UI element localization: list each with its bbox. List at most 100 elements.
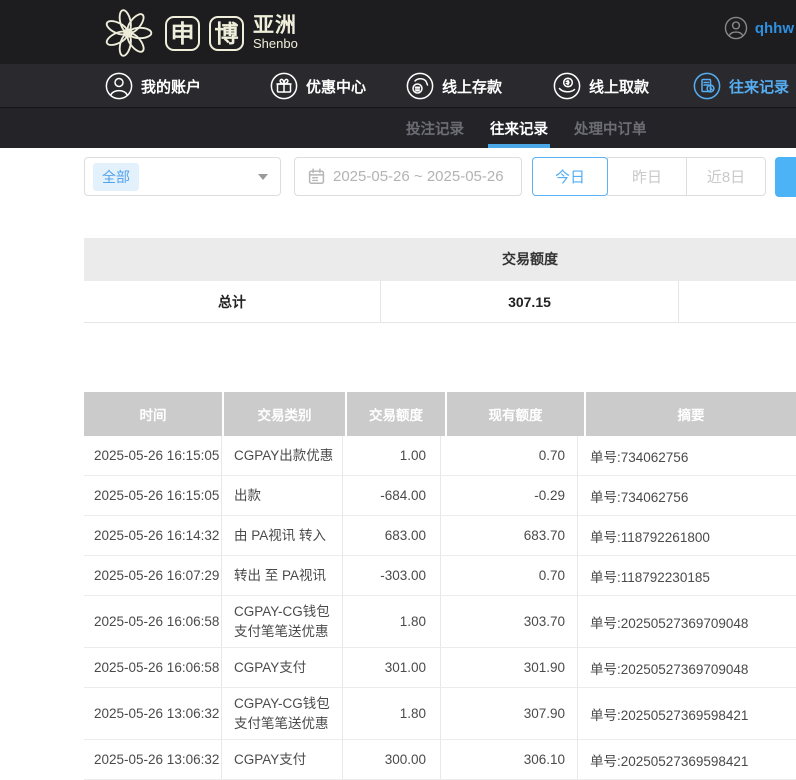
user-icon (105, 72, 133, 100)
cell-summary: 单号:118792261800 (578, 516, 796, 555)
cell-amount: 301.00 (343, 648, 441, 687)
col-header-balance: 现有额度 (447, 392, 584, 436)
quick-date-button-group: 今日 昨日 近8日 (532, 157, 766, 196)
cell-type: CGPAY支付 (222, 740, 343, 779)
cell-time: 2025-05-26 16:06:58 (84, 648, 222, 687)
date-range-value: 2025-05-26 ~ 2025-05-26 (333, 168, 504, 185)
summary-table: 交易额度 总计 307.15 (84, 238, 796, 323)
cell-balance: 306.10 (441, 740, 578, 779)
cell-amount: 300.00 (343, 740, 441, 779)
cell-amount: 1.00 (343, 436, 441, 475)
quick-button-label: 昨日 (632, 166, 662, 187)
transaction-type-select[interactable]: 全部 (84, 157, 281, 196)
withdraw-icon (553, 72, 581, 100)
nav-item-deposit[interactable]: 线上存款 (406, 64, 502, 108)
subnav-tab-label: 往来记录 (490, 118, 548, 139)
summary-total-row: 总计 307.15 (84, 281, 796, 323)
nav-item-promotions[interactable]: 优惠中心 (270, 64, 366, 108)
cell-summary: 单号:20250527369598421 (578, 688, 796, 739)
subnav-tab-pending-orders[interactable]: 处理中订单 (572, 108, 649, 148)
quick-button-label: 今日 (555, 166, 585, 187)
cell-time: 2025-05-26 13:06:32 (84, 688, 222, 739)
cell-time: 2025-05-26 16:14:32 (84, 516, 222, 555)
table-row: 2025-05-26 16:14:32 由 PA视讯 转入 683.00 683… (84, 516, 796, 556)
table-row: 2025-05-26 13:06:32 CGPAY-CG钱包支付笔笔送优惠 1.… (84, 688, 796, 740)
table-row: 2025-05-26 16:07:29 转出 至 PA视讯 -303.00 0.… (84, 556, 796, 596)
yesterday-button[interactable]: 昨日 (607, 157, 687, 196)
brand-logo[interactable]: 申 博 亚洲 Shenbo (100, 5, 298, 61)
table-row: 2025-05-26 16:15:05 出款 -684.00 -0.29 单号:… (84, 476, 796, 516)
col-header-amount: 交易额度 (347, 392, 445, 436)
summary-total-label: 总计 (84, 281, 381, 322)
subnav-tab-bet-records[interactable]: 投注记录 (404, 108, 466, 148)
cell-balance: 303.70 (441, 596, 578, 647)
col-header-time: 时间 (84, 392, 222, 436)
cell-amount: -684.00 (343, 476, 441, 515)
cell-amount: -303.00 (343, 556, 441, 595)
cell-amount: 1.80 (343, 596, 441, 647)
table-header-row: 时间 交易类别 交易额度 现有额度 摘要 (84, 392, 796, 436)
subnav-tab-label: 处理中订单 (574, 118, 647, 139)
today-button[interactable]: 今日 (532, 157, 608, 196)
username-text[interactable]: qhhw (755, 20, 794, 37)
cell-balance: 307.90 (441, 688, 578, 739)
nav-label: 我的账户 (141, 76, 201, 97)
col-header-type: 交易类别 (224, 392, 345, 436)
nav-item-my-account[interactable]: 我的账户 (105, 64, 201, 108)
summary-header-row: 交易额度 (84, 238, 796, 281)
logo-char-1: 申 (165, 16, 200, 51)
nav-label: 线上存款 (442, 76, 502, 97)
records-icon (693, 72, 721, 100)
main-nav: 我的账户 优惠中心 线上存款 (0, 64, 796, 108)
gift-icon (270, 72, 298, 100)
cell-balance: 301.90 (441, 648, 578, 687)
summary-empty-cell (679, 281, 796, 322)
filter-row: 全部 2025-05-26 ~ 2025-05-26 今日 昨日 近8日 (84, 157, 796, 197)
cell-balance: 683.70 (441, 516, 578, 555)
cell-type: 由 PA视讯 转入 (222, 516, 343, 555)
cell-time: 2025-05-26 16:06:58 (84, 596, 222, 647)
nav-label: 优惠中心 (306, 76, 366, 97)
avatar-icon (724, 16, 748, 40)
cell-summary: 单号:20250527369709048 (578, 648, 796, 687)
cell-type: CGPAY-CG钱包支付笔笔送优惠 (222, 688, 343, 739)
summary-total-value: 307.15 (381, 281, 679, 322)
date-range-input[interactable]: 2025-05-26 ~ 2025-05-26 (294, 157, 522, 196)
nav-label: 线上取款 (589, 76, 649, 97)
transactions-table: 时间 交易类别 交易额度 现有额度 摘要 2025-05-26 16:15:05… (84, 392, 796, 780)
table-row: 2025-05-26 16:15:05 CGPAY出款优惠 1.00 0.70 … (84, 436, 796, 476)
chevron-down-icon (258, 174, 268, 180)
nav-item-transactions[interactable]: 往来记录 (693, 64, 789, 108)
col-header-summary: 摘要 (586, 392, 796, 436)
cell-amount: 683.00 (343, 516, 441, 555)
cell-type: 转出 至 PA视讯 (222, 556, 343, 595)
last-8-days-button[interactable]: 近8日 (686, 157, 766, 196)
cell-type: CGPAY出款优惠 (222, 436, 343, 475)
logo-subtitle: Shenbo (253, 37, 298, 51)
cell-type: CGPAY-CG钱包支付笔笔送优惠 (222, 596, 343, 647)
deposit-icon (406, 72, 434, 100)
selected-type-tag[interactable]: 全部 (93, 163, 139, 191)
sub-nav: 投注记录 往来记录 处理中订单 (0, 108, 796, 148)
logo-region-text: 亚洲 (253, 15, 298, 37)
cell-summary: 单号:20250527369709048 (578, 596, 796, 647)
cell-type: CGPAY支付 (222, 648, 343, 687)
table-row: 2025-05-26 13:06:32 CGPAY支付 300.00 306.1… (84, 740, 796, 780)
active-tab-underline (488, 144, 550, 148)
subnav-tab-transaction-records[interactable]: 往来记录 (488, 108, 550, 148)
cell-balance: 0.70 (441, 436, 578, 475)
user-account-area[interactable]: qhhw (724, 16, 794, 40)
cell-time: 2025-05-26 16:15:05 (84, 436, 222, 475)
cell-amount: 1.80 (343, 688, 441, 739)
search-button[interactable] (775, 157, 796, 197)
nav-item-withdraw[interactable]: 线上取款 (553, 64, 649, 108)
table-row: 2025-05-26 16:06:58 CGPAY-CG钱包支付笔笔送优惠 1.… (84, 596, 796, 648)
subnav-tab-label: 投注记录 (406, 118, 464, 139)
cell-time: 2025-05-26 16:15:05 (84, 476, 222, 515)
cell-summary: 单号:20250527369598421 (578, 740, 796, 779)
top-bar: 申 博 亚洲 Shenbo qhhw (0, 0, 796, 64)
cell-summary: 单号:734062756 (578, 476, 796, 515)
summary-column-header: 交易额度 (381, 238, 679, 281)
cell-balance: 0.70 (441, 556, 578, 595)
table-row: 2025-05-26 16:06:58 CGPAY支付 301.00 301.9… (84, 648, 796, 688)
